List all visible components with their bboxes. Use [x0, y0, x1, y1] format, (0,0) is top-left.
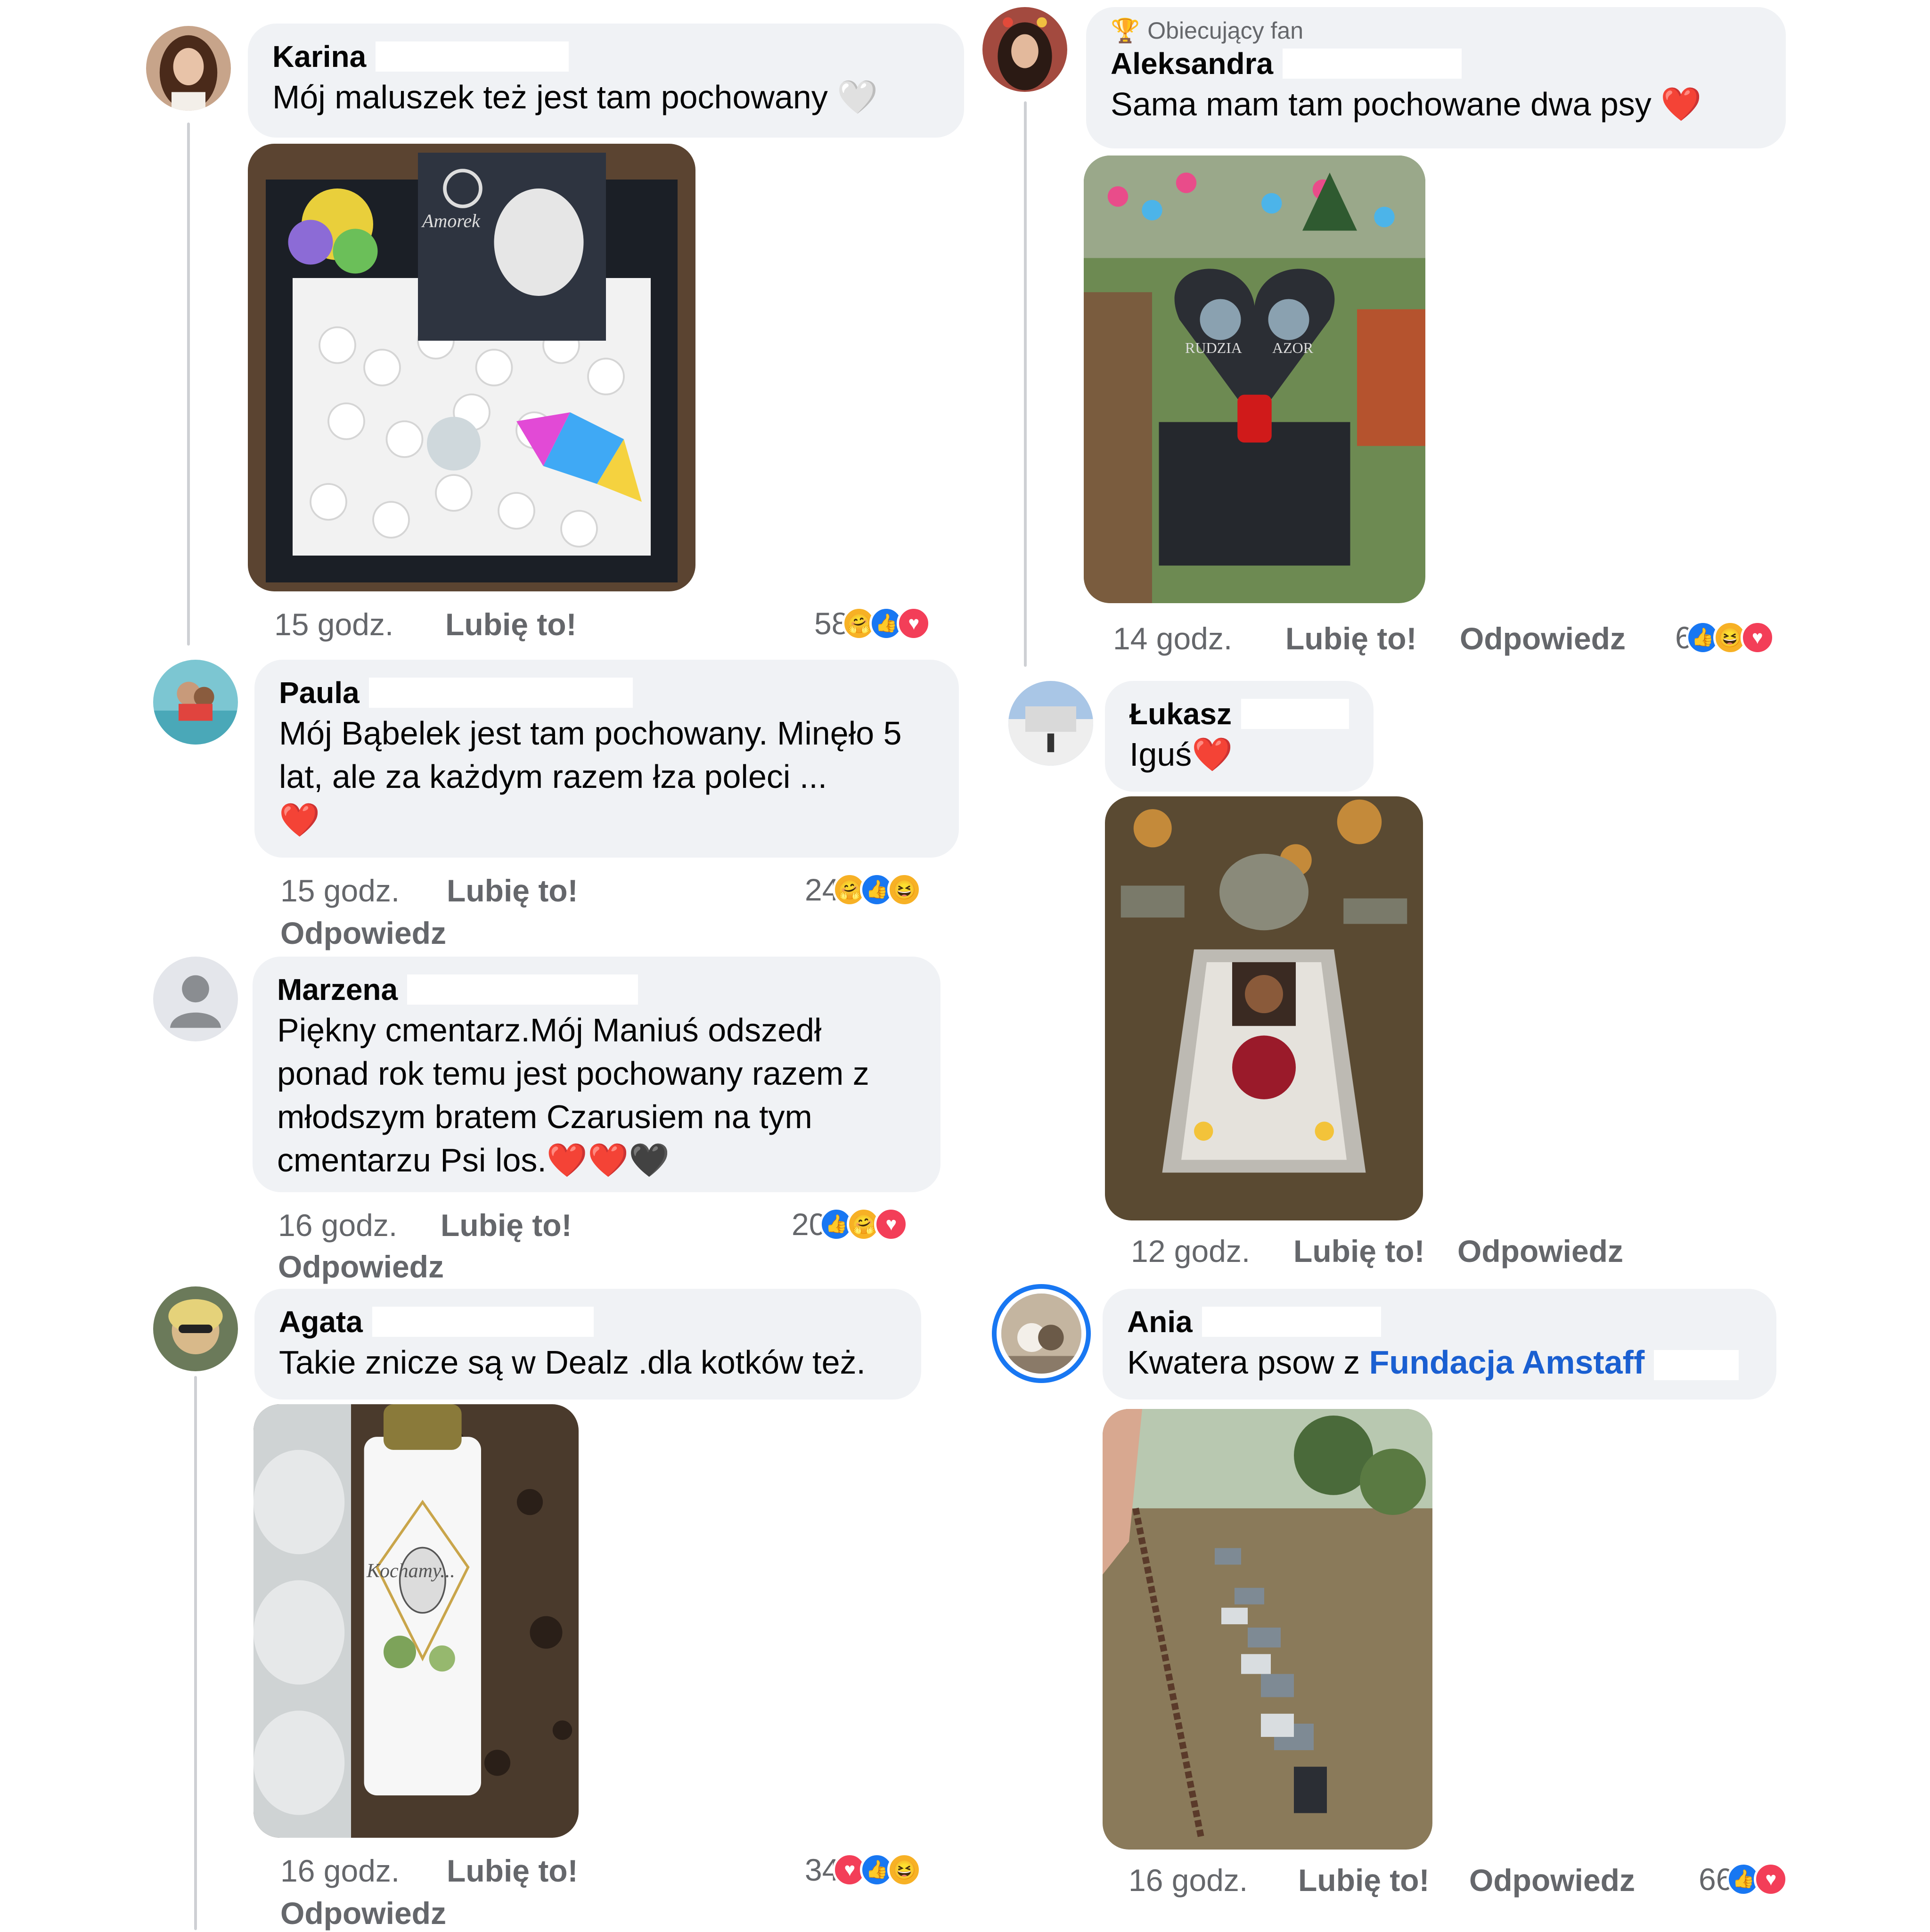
avatar[interactable] — [146, 26, 231, 111]
fan-badge: 🏆 Obiecujący fan — [1111, 17, 1304, 44]
redacted-box — [368, 678, 633, 708]
author-name[interactable]: Karina — [272, 38, 366, 75]
avatar[interactable] — [1001, 1293, 1081, 1374]
comment-bubble: Karina Mój maluszek też jest tam pochowa… — [248, 24, 964, 138]
comment-time[interactable]: 16 godz. — [278, 1206, 397, 1244]
reaction-summary[interactable]: 66 👍 ♥ — [1699, 1861, 1788, 1897]
white-heart-emoji: 🤍 — [837, 79, 878, 115]
author-name[interactable]: Marzena — [277, 971, 398, 1008]
heart-icon: ♥ — [874, 1207, 908, 1241]
reaction-summary[interactable]: 24 🤗 👍 😆 — [805, 872, 922, 908]
comment-text: Mój Bąbelek jest tam pochowany. Minęło 5… — [279, 715, 902, 795]
comment-bubble: 🏆 Obiecujący fan Aleksandra Sama mam tam … — [1086, 7, 1786, 148]
comment-bubble: Agata Takie znicze są w Dealz .dla kotkó… — [254, 1289, 921, 1400]
avatar[interactable] — [153, 660, 238, 745]
author-name[interactable]: Łukasz — [1129, 695, 1232, 733]
trophy-icon: 🏆 — [1111, 17, 1140, 44]
reply-thread-line — [194, 1376, 197, 1930]
comment-photo[interactable] — [1103, 1409, 1432, 1850]
like-button[interactable]: Lubię to! — [1293, 1232, 1425, 1270]
comment-time[interactable]: 14 godz. — [1113, 620, 1232, 657]
comment-time[interactable]: 15 godz. — [274, 606, 393, 643]
reply-thread-line — [1024, 101, 1027, 667]
comment-text: Mój maluszek też jest tam pochowany — [272, 79, 828, 115]
avatar[interactable] — [982, 7, 1067, 92]
redacted-box — [407, 974, 638, 1005]
author-name[interactable]: Paula — [279, 674, 360, 712]
comment-text: Takie znicze są w Dealz .dla kotków też. — [279, 1344, 866, 1381]
comment-photo[interactable]: Kochamy... — [254, 1404, 579, 1838]
like-button[interactable]: Lubię to! — [447, 872, 578, 909]
laughing-face-icon: 😆 — [887, 873, 922, 907]
comment-photo[interactable]: RUDZIA AZOR — [1084, 156, 1425, 603]
comment-time[interactable]: 16 godz. — [280, 1852, 400, 1890]
laughing-face-icon: 😆 — [887, 1853, 922, 1887]
hearts-emoji: ❤️❤️🖤 — [546, 1142, 670, 1179]
redacted-box — [1283, 49, 1462, 79]
comment-bubble: Paula Mój Bąbelek jest tam pochowany. Mi… — [254, 660, 959, 858]
heart-icon: ♥ — [1740, 621, 1775, 655]
redacted-box — [1241, 699, 1349, 729]
reply-button[interactable]: Odpowiedz — [1457, 1232, 1623, 1270]
reply-thread-line — [187, 123, 190, 646]
heart-emoji: ❤️ — [1660, 86, 1702, 123]
photo-caption: AZOR — [1272, 339, 1314, 356]
like-button[interactable]: Lubię to! — [447, 1852, 578, 1890]
comment-photo[interactable]: Amorek — [248, 144, 695, 591]
heart-emoji: ❤️ — [279, 802, 320, 838]
comment-photo[interactable] — [1105, 796, 1423, 1220]
reaction-summary[interactable]: 6 👍 😆 ♥ — [1675, 620, 1775, 655]
comment-text: Iguś — [1129, 736, 1192, 773]
reaction-summary[interactable]: 34 ♥ 👍 😆 — [805, 1852, 922, 1888]
redacted-box — [376, 41, 569, 72]
photo-caption: RUDZIA — [1185, 339, 1242, 356]
like-button[interactable]: Lubię to! — [445, 606, 577, 643]
avatar-placeholder[interactable] — [153, 957, 238, 1041]
author-name[interactable]: Ania — [1127, 1303, 1193, 1341]
photo-caption: Amorek — [422, 210, 480, 231]
comment-bubble: Łukasz Iguś❤️ — [1105, 681, 1374, 792]
heart-icon: ♥ — [1754, 1862, 1788, 1896]
reply-button[interactable]: Odpowiedz — [280, 1894, 446, 1932]
like-button[interactable]: Lubię to! — [1298, 1861, 1430, 1899]
avatar[interactable] — [1008, 681, 1093, 766]
redacted-box — [1654, 1350, 1739, 1380]
reply-button[interactable]: Odpowiedz — [1460, 620, 1626, 657]
comment-time[interactable]: 16 godz. — [1129, 1861, 1248, 1899]
reply-button[interactable]: Odpowiedz — [280, 914, 446, 952]
comment-time[interactable]: 12 godz. — [1131, 1232, 1250, 1270]
comment-text: Kwatera psow z — [1127, 1344, 1369, 1381]
author-name[interactable]: Agata — [279, 1303, 363, 1341]
like-button[interactable]: Lubię to! — [441, 1206, 572, 1244]
redacted-box — [1202, 1307, 1381, 1337]
heart-emoji: ❤️ — [1192, 736, 1233, 773]
author-name[interactable]: Aleksandra — [1111, 45, 1273, 82]
comment-text: Sama mam tam pochowane dwa psy — [1111, 86, 1652, 123]
heart-icon: ♥ — [897, 606, 931, 640]
reply-button[interactable]: Odpowiedz — [1469, 1861, 1635, 1899]
comment-bubble: Marzena Piękny cmentarz.Mój Maniuś odsze… — [253, 957, 940, 1192]
reply-button[interactable]: Odpowiedz — [278, 1248, 444, 1285]
redacted-box — [372, 1307, 594, 1337]
reaction-summary[interactable]: 58 🤗 👍 ♥ — [814, 606, 931, 641]
candle-caption: Kochamy... — [367, 1560, 455, 1582]
page-link[interactable]: Fundacja Amstaff — [1369, 1344, 1645, 1381]
comment-bubble: Ania Kwatera psow z Fundacja Amstaff — [1103, 1289, 1776, 1400]
comment-time[interactable]: 15 godz. — [280, 872, 400, 909]
avatar[interactable] — [153, 1286, 238, 1371]
reaction-summary[interactable]: 20 👍 🤗 ♥ — [792, 1206, 908, 1242]
like-button[interactable]: Lubię to! — [1285, 620, 1417, 657]
